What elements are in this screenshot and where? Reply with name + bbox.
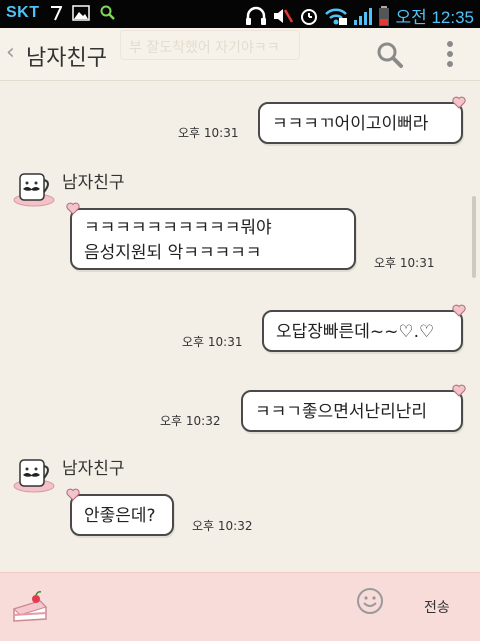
chat-title: 남자친구 <box>26 46 107 71</box>
gallery-icon <box>71 5 90 21</box>
heart-icon <box>66 202 80 215</box>
notification-preview: 부 잘도착했어 자기야ㅋㅋ <box>120 30 300 60</box>
headphones-icon <box>245 6 267 26</box>
send-button[interactable]: 전송 <box>424 597 450 617</box>
back-chevron-icon[interactable]: ‹ <box>6 42 15 64</box>
message-text: ㅋㅋㅋㄲ어이고이뻐라 <box>272 114 429 134</box>
received-message-bubble[interactable]: ㅋㅋㅋㅋㅋㅋㅋㅋㅋㅋ뭐야 음성지원되 악ㅋㅋㅋㅋㅋ <box>70 208 356 270</box>
heart-icon <box>452 96 466 109</box>
sender-name: 남자친구 <box>62 173 125 193</box>
message-time: 오후 10:32 <box>192 519 253 533</box>
emoji-icon[interactable] <box>356 587 384 615</box>
clock: 오전 12:35 <box>395 8 474 27</box>
heart-icon <box>452 384 466 397</box>
overflow-menu-icon[interactable] <box>444 40 456 68</box>
notification-7-icon <box>50 5 62 21</box>
search-icon[interactable] <box>375 40 405 70</box>
input-bar: 전송 <box>0 572 480 641</box>
battery-icon <box>378 5 390 27</box>
sender-name: 남자친구 <box>62 459 125 479</box>
sent-message-bubble[interactable]: ㅋㅋㄱ좋으면서난리난리 <box>241 390 463 432</box>
heart-icon <box>452 304 466 317</box>
coffee-mug-avatar-icon[interactable] <box>12 164 56 208</box>
chat-area[interactable]: 오후 10:31 ㅋㅋㅋㄲ어이고이뻐라 남자친구 ㅋㅋㅋㅋㅋㅋㅋㅋㅋㅋ뭐야 음성… <box>0 80 480 572</box>
message-time: 오후 10:31 <box>182 335 243 349</box>
sent-message-bubble[interactable]: 오답장빠른데~~♡.♡ <box>262 310 463 352</box>
carrier-label: SKT <box>6 4 40 21</box>
status-bar: SKT 오전 12:35 <box>0 0 480 28</box>
alarm-icon <box>299 6 319 26</box>
message-text-line: ㅋㅋㅋㅋㅋㅋㅋㅋㅋㅋ뭐야 <box>84 218 272 238</box>
wifi-icon <box>324 6 348 26</box>
message-time: 오후 10:31 <box>178 126 239 140</box>
search-notification-icon <box>100 5 116 21</box>
received-message-bubble[interactable]: 안좋은데? <box>70 494 174 536</box>
mute-icon <box>272 6 294 26</box>
message-text: 오답장빠른데~~♡.♡ <box>276 322 435 342</box>
cake-emoticon-icon[interactable] <box>10 587 50 627</box>
chat-header: 부 잘도착했어 자기야ㅋㅋ ‹ 남자친구 <box>0 28 480 81</box>
message-text-line: 음성지원되 악ㅋㅋㅋㅋㅋ <box>84 243 262 263</box>
signal-icon <box>353 6 373 26</box>
heart-icon <box>66 488 80 501</box>
message-text: ㅋㅋㄱ좋으면서난리난리 <box>255 402 428 422</box>
message-text: 안좋은데? <box>84 506 156 526</box>
message-time: 오후 10:32 <box>160 414 221 428</box>
coffee-mug-avatar-icon[interactable] <box>12 450 56 494</box>
message-time: 오후 10:31 <box>374 256 435 270</box>
sent-message-bubble[interactable]: ㅋㅋㅋㄲ어이고이뻐라 <box>258 102 463 144</box>
chat-scrollbar[interactable] <box>472 196 476 278</box>
